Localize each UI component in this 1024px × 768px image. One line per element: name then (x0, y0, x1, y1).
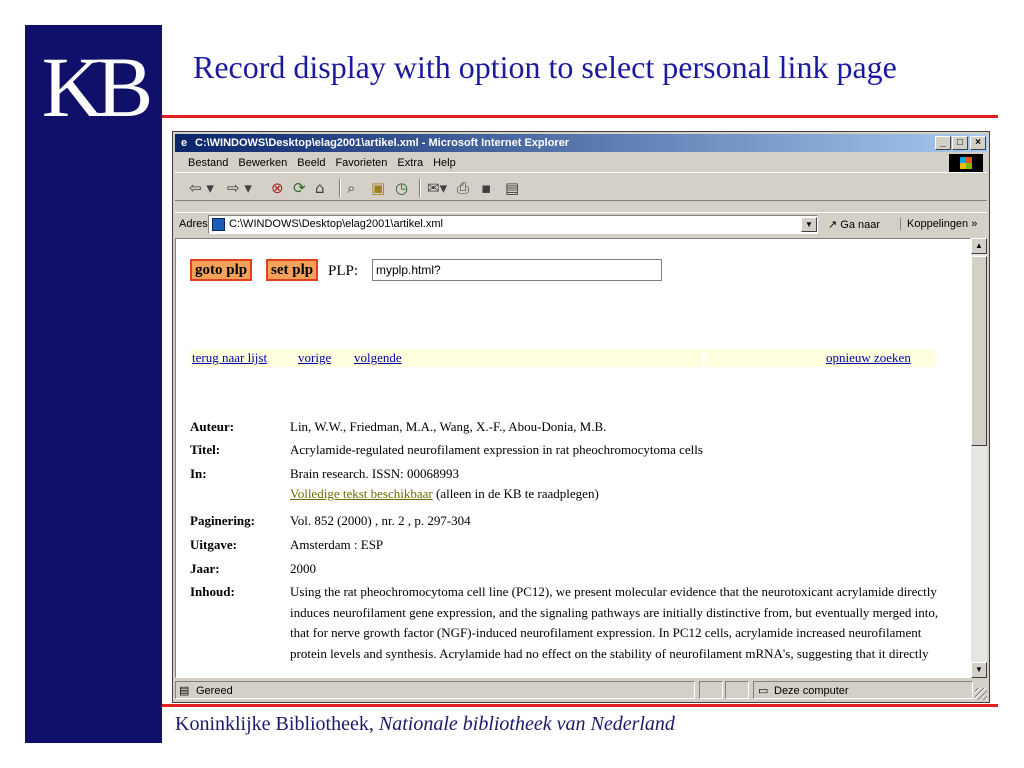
discuss-icon[interactable]: ▤ (505, 178, 519, 198)
menu-favorieten[interactable]: Favorieten (330, 153, 392, 173)
status-panel-zone: ▭ Deze computer (753, 681, 973, 699)
author-value: Lin, W.W., Friedman, M.A., Wang, X.-F., … (290, 419, 607, 434)
in-value: Brain research. ISSN: 00068993 (290, 466, 459, 481)
address-bar: Adres C:\WINDOWS\Desktop\elag2001\artike… (175, 212, 987, 236)
scroll-thumb[interactable] (971, 256, 987, 446)
resize-grip[interactable] (975, 688, 987, 700)
pages-value: Vol. 852 (2000) , nr. 2 , p. 297-304 (290, 513, 471, 528)
year-label: Jaar: (190, 561, 220, 576)
menu-beeld[interactable]: Beeld (292, 153, 330, 173)
mail-icon[interactable]: ✉▾ (427, 178, 447, 198)
ie-logo-icon: e (180, 137, 188, 149)
page-content: goto plp set plp PLP: myplp.html? terug … (175, 238, 971, 678)
windows-logo-icon (949, 154, 983, 172)
title-value: Acrylamide-regulated neurofilament expre… (290, 442, 703, 457)
edit-icon[interactable]: ▪ (481, 178, 491, 198)
set-plp-button[interactable]: set plp (266, 259, 319, 281)
stop-icon[interactable]: ⊗ (271, 178, 284, 198)
fulltext-line: Volledige tekst beschikbaar (alleen in d… (290, 484, 950, 504)
year-value: 2000 (290, 561, 316, 576)
page-icon (212, 218, 225, 231)
goto-plp-button[interactable]: goto plp (190, 259, 253, 281)
go-label: Ga naar (840, 219, 881, 231)
status-bar: ▤ Gereed ▭ Deze computer (175, 680, 987, 700)
publisher-label: Uitgave: (190, 537, 237, 552)
status-panel-security (725, 681, 749, 699)
record-nav-bar: terug naar lijst vorige volgende opnieuw… (190, 349, 936, 367)
toolbar-separator (419, 179, 421, 197)
computer-icon: ▭ (758, 685, 769, 697)
back-to-list-link[interactable]: terug naar lijst (192, 349, 267, 367)
refresh-icon[interactable]: ⟳ (293, 178, 306, 198)
footer-plain: Koninklijke Bibliotheek, (175, 713, 379, 735)
go-button[interactable]: ↗ Ga naar (828, 218, 880, 231)
status-panel-progress (699, 681, 723, 699)
browser-window: e C:\WINDOWS\Desktop\elag2001\artikel.xm… (172, 131, 990, 703)
address-input[interactable]: C:\WINDOWS\Desktop\elag2001\artikel.xml (208, 215, 818, 234)
title-label: Titel: (190, 442, 221, 457)
menu-help[interactable]: Help (428, 153, 461, 173)
slide-title: Record display with option to select per… (193, 49, 897, 85)
maximize-button[interactable]: □ (952, 136, 968, 150)
new-search-link[interactable]: opnieuw zoeken (826, 349, 911, 367)
back-arrow-icon[interactable]: ⇦ ▾ (189, 178, 214, 198)
minimize-button[interactable]: _ (935, 136, 951, 150)
abstract-label: Inhoud: (190, 584, 235, 599)
scroll-up-button[interactable]: ▲ (971, 238, 987, 254)
zone-text: Deze computer (774, 685, 849, 697)
fulltext-note: (alleen in de KB te raadplegen) (432, 486, 599, 501)
toolbar-separator (339, 179, 341, 197)
address-dropdown-button[interactable]: ▼ (801, 217, 817, 232)
footer-italic: Nationale bibliotheek van Nederland (378, 713, 675, 735)
menu-bar: Bestand Bewerken Beeld Favorieten Extra Help (175, 153, 987, 173)
window-titlebar: e C:\WINDOWS\Desktop\elag2001\artikel.xm… (175, 134, 987, 152)
history-icon[interactable]: ◷ (395, 178, 408, 198)
in-label: In: (190, 466, 207, 481)
forward-arrow-icon[interactable]: ⇨ ▾ (227, 178, 252, 198)
plp-label: PLP: (328, 263, 359, 279)
go-arrow-icon: ↗ (828, 219, 838, 231)
status-panel-main: ▤ Gereed (175, 681, 695, 699)
scroll-down-button[interactable]: ▼ (971, 662, 987, 678)
plp-input[interactable]: myplp.html? (372, 259, 662, 281)
menu-extra[interactable]: Extra (392, 153, 428, 173)
fulltext-link[interactable]: Volledige tekst beschikbaar (290, 486, 433, 501)
search-icon[interactable]: ⌕ (347, 178, 355, 198)
publisher-value: Amsterdam : ESP (290, 537, 384, 552)
vertical-scrollbar[interactable]: ▲ ▼ (971, 238, 987, 678)
close-button[interactable]: × (970, 136, 986, 150)
bottom-divider (162, 704, 998, 707)
slide-footer: Koninklijke Bibliotheek, Nationale bibli… (175, 713, 675, 736)
kb-logo: KB (41, 39, 153, 135)
favorites-icon[interactable]: ▣ (371, 178, 385, 198)
previous-link[interactable]: vorige (298, 349, 331, 367)
address-label: Adres (179, 218, 208, 230)
status-page-icon: ▤ (179, 685, 190, 697)
kb-logo-bar: KB (25, 25, 162, 743)
author-label: Auteur: (190, 419, 235, 434)
window-title: C:\WINDOWS\Desktop\elag2001\artikel.xml … (195, 137, 570, 149)
menu-bestand[interactable]: Bestand (183, 153, 233, 173)
top-divider (162, 115, 998, 118)
abstract-value: Using the rat pheochromocytoma cell line… (290, 584, 939, 661)
pages-label: Paginering: (190, 513, 255, 528)
next-link[interactable]: volgende (354, 349, 402, 367)
menu-bewerken[interactable]: Bewerken (233, 153, 292, 173)
links-button[interactable]: Koppelingen » (900, 218, 977, 230)
standard-toolbar: ⇦ ▾ ⇨ ▾ ⊗ ⟳ ⌂ ⌕ ▣ ◷ ✉▾ ⎙ ▪ ▤ (175, 175, 987, 201)
home-icon[interactable]: ⌂ (315, 178, 325, 198)
nav-divider (702, 349, 705, 367)
print-icon[interactable]: ⎙ (457, 178, 469, 198)
status-text: Gereed (196, 685, 233, 697)
